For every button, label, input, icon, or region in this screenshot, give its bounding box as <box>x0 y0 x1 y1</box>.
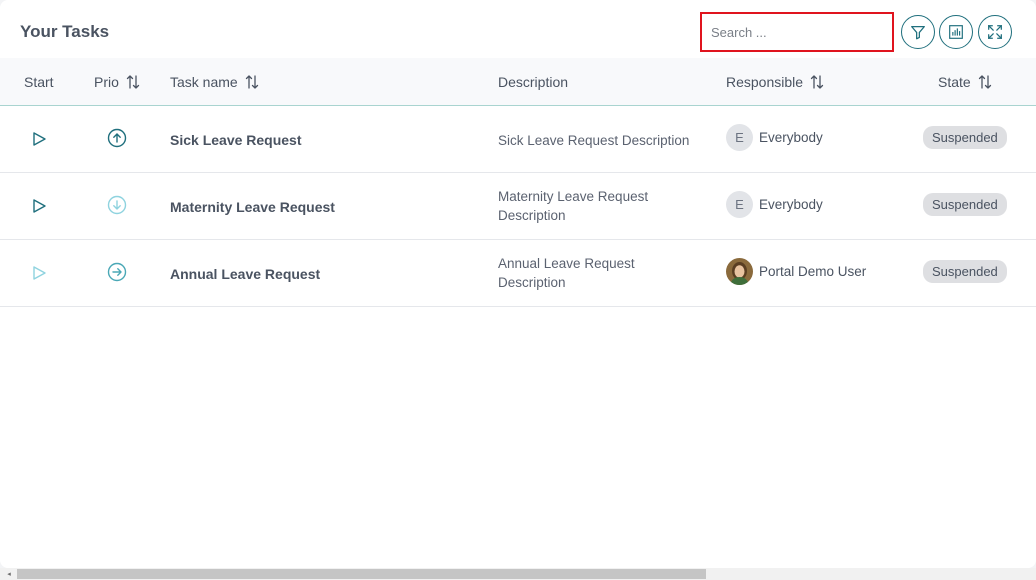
sort-icon[interactable] <box>809 74 825 90</box>
columns-icon <box>949 25 963 39</box>
column-description: Description <box>498 74 568 90</box>
description-line: Description <box>498 275 566 290</box>
responsible: E Everybody <box>726 191 823 218</box>
column-responsible-label: Responsible <box>726 74 804 90</box>
task-description: Annual Leave Request Description <box>498 254 698 292</box>
column-state-label: State <box>938 74 971 90</box>
filter-icon <box>911 25 925 40</box>
sort-icon[interactable] <box>977 74 993 90</box>
scroll-left-arrow-icon[interactable]: ◂ <box>3 568 15 580</box>
sort-icon[interactable] <box>244 74 260 90</box>
column-description-label: Description <box>498 74 569 90</box>
responsible-name: Everybody <box>759 197 823 212</box>
description-line: Annual Leave Request <box>498 256 635 271</box>
task-description: Maternity Leave Request Description <box>498 187 698 225</box>
responsible-name: Everybody <box>759 130 823 145</box>
responsible: E Everybody <box>726 124 823 151</box>
priority-low-icon <box>107 195 127 215</box>
task-name[interactable]: Maternity Leave Request <box>170 199 335 215</box>
description-line: Maternity Leave Request <box>498 189 649 204</box>
table-header: Start Prio Task name Description Respons… <box>0 58 1036 106</box>
table-row[interactable]: Annual Leave Request Annual Leave Reques… <box>0 240 1036 307</box>
avatar <box>726 258 753 285</box>
column-start-label: Start <box>24 74 54 90</box>
column-task-name-label: Task name <box>170 74 238 90</box>
expand-icon <box>988 25 1002 39</box>
user-photo-icon <box>726 258 753 285</box>
task-name[interactable]: Annual Leave Request <box>170 266 320 282</box>
sort-icon[interactable] <box>125 74 141 90</box>
page-title: Your Tasks <box>20 22 110 41</box>
tasks-panel: Your Tasks Start <box>0 0 1036 568</box>
search-box[interactable] <box>700 12 894 52</box>
column-state[interactable]: State <box>938 74 993 90</box>
responsible-name: Portal Demo User <box>759 264 867 279</box>
table-row[interactable]: Maternity Leave Request Maternity Leave … <box>0 173 1036 240</box>
description-line: Description <box>498 208 566 223</box>
status-badge: Suspended <box>923 126 1007 149</box>
scrollbar-thumb[interactable] <box>17 569 706 579</box>
expand-button[interactable] <box>978 15 1012 49</box>
task-description: Sick Leave Request Description <box>498 131 698 150</box>
column-responsible[interactable]: Responsible <box>726 74 825 90</box>
column-task-name[interactable]: Task name <box>170 74 260 90</box>
avatar: E <box>726 191 753 218</box>
column-start: Start <box>24 74 54 90</box>
column-prio-label: Prio <box>94 74 119 90</box>
search-input[interactable] <box>702 14 892 50</box>
filter-button[interactable] <box>901 15 935 49</box>
column-prio[interactable]: Prio <box>94 74 141 90</box>
task-name[interactable]: Sick Leave Request <box>170 132 302 148</box>
status-badge: Suspended <box>923 260 1007 283</box>
responsible: Portal Demo User <box>726 258 866 285</box>
play-icon[interactable] <box>30 130 48 148</box>
description-line: Sick Leave Request Description <box>498 133 690 148</box>
play-icon[interactable] <box>30 264 48 282</box>
priority-high-icon <box>107 128 127 148</box>
status-badge: Suspended <box>923 193 1007 216</box>
avatar: E <box>726 124 753 151</box>
columns-button[interactable] <box>939 15 973 49</box>
priority-normal-icon <box>107 262 127 282</box>
table-row[interactable]: Sick Leave Request Sick Leave Request De… <box>0 106 1036 173</box>
panel-header: Your Tasks <box>0 0 1036 58</box>
play-icon[interactable] <box>30 197 48 215</box>
